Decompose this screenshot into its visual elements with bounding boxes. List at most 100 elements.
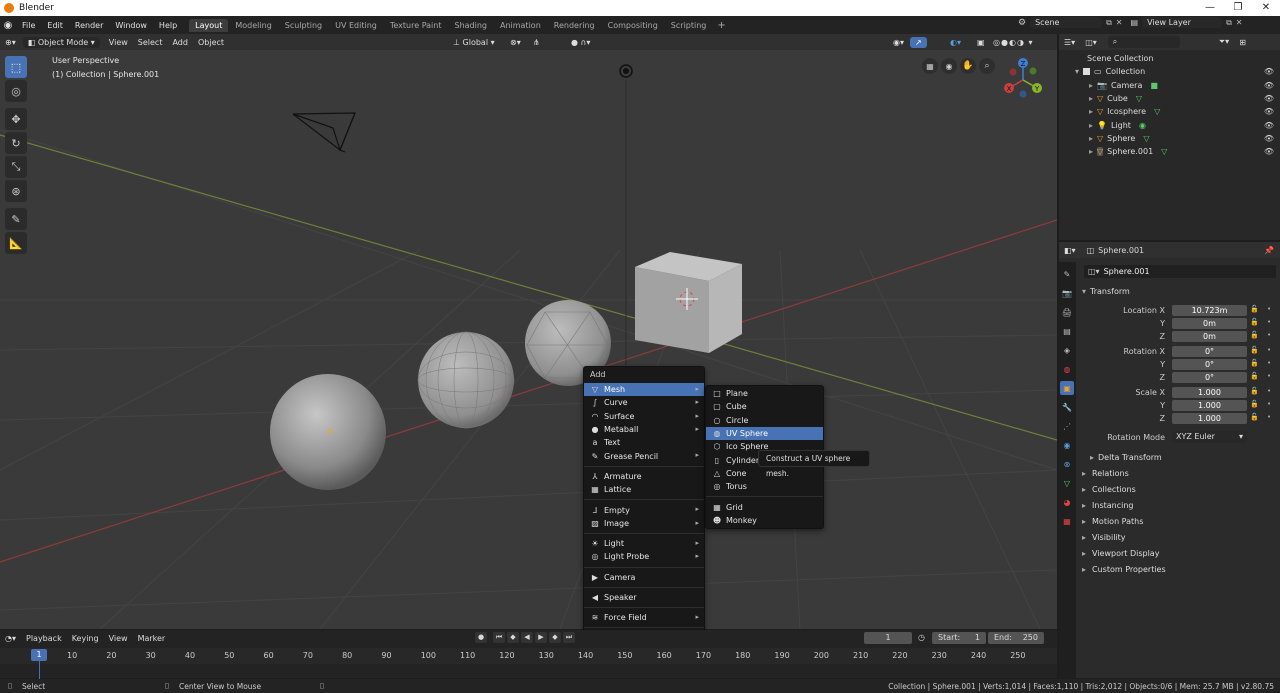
lock-icon[interactable]: 🔓 •	[1250, 387, 1276, 395]
add-menu-item-light[interactable]: ☀ Light ▸	[584, 537, 704, 550]
scale-tool-icon[interactable]: ⤡	[5, 156, 27, 178]
add-menu-item-metaball[interactable]: ● Metaball ▸	[584, 423, 704, 436]
tool-tab-icon[interactable]: ✎	[1060, 267, 1074, 281]
add-menu-item-force-field[interactable]: ≋ Force Field ▸	[584, 611, 704, 624]
lock-icon[interactable]: 🔓 •	[1250, 346, 1276, 354]
transform-tool-icon[interactable]: ⊛	[5, 180, 27, 202]
play-reverse-icon[interactable]: ◀	[521, 632, 533, 643]
location-y-field[interactable]: 0m	[1172, 318, 1247, 329]
start-frame-field[interactable]: Start: 1	[932, 632, 986, 644]
tab-layout[interactable]: Layout	[189, 18, 229, 32]
add-menu-item-empty[interactable]: ⅃ Empty ▸	[584, 503, 704, 516]
uv-sphere-object[interactable]	[417, 331, 515, 429]
shading-modes-icon[interactable]: ◎●◐◑ ▾	[988, 37, 1038, 48]
camera-object[interactable]	[292, 112, 356, 153]
modifier-tab-icon[interactable]: 🔧	[1060, 400, 1074, 414]
next-keyframe-icon[interactable]: ◆	[549, 632, 561, 643]
add-menu-item-surface[interactable]: ◠ Surface ▸	[584, 410, 704, 423]
view-layer-copy-icon[interactable]: ⧉	[1226, 18, 1232, 28]
tab-shading[interactable]: Shading	[448, 19, 493, 32]
timeline-menu-view[interactable]: View	[104, 633, 133, 644]
panel-relations[interactable]: ▸ Relations	[1082, 465, 1276, 481]
camera-view-icon[interactable]: ◉	[941, 58, 957, 74]
scene-icon[interactable]: ⚙	[1018, 18, 1026, 28]
eye-icon[interactable]: 👁	[1264, 147, 1274, 156]
panel-collections[interactable]: ▸ Collections	[1082, 481, 1276, 497]
axis-gizmo[interactable]: Z Y X	[999, 56, 1047, 100]
view-layer-tab-icon[interactable]: ▤	[1060, 324, 1074, 338]
menu-help[interactable]: Help	[153, 21, 183, 30]
object-data-icon[interactable]: ▽	[1136, 94, 1142, 103]
timeline-menu-playback[interactable]: Playback	[21, 633, 67, 644]
checkbox-icon[interactable]	[1083, 68, 1090, 76]
menu-edit[interactable]: Edit	[41, 21, 69, 30]
record-icon[interactable]: ●	[475, 632, 487, 643]
lock-icon[interactable]: 🔓 •	[1250, 400, 1276, 408]
object-tab-icon[interactable]: ▣	[1060, 381, 1074, 395]
rotate-tool-icon[interactable]: ↻	[5, 132, 27, 154]
light-object[interactable]	[619, 64, 633, 78]
cube-object[interactable]	[635, 252, 742, 353]
editor-type-icon[interactable]: ⊕▾	[0, 37, 21, 48]
scene-field[interactable]: Scene	[1030, 17, 1103, 28]
visibility-icon[interactable]: ◉▾	[888, 37, 909, 48]
3d-viewport[interactable]: User Perspective (1) Collection | Sphere…	[0, 50, 1057, 629]
object-type-icon[interactable]: ◫▾	[1088, 267, 1100, 276]
mesh-menu-item-cube[interactable]: ▢ Cube	[706, 400, 823, 413]
pivot-icon[interactable]: ⊗▾	[505, 37, 526, 48]
viewport-menu-add[interactable]: Add	[167, 37, 193, 48]
add-menu-item-image[interactable]: ▨ Image ▸	[584, 517, 704, 530]
add-menu-item-speaker[interactable]: ◀ Speaker	[584, 591, 704, 604]
mesh-menu-item-plane[interactable]: □ Plane	[706, 387, 823, 400]
add-menu-item-curve[interactable]: ∫ Curve ▸	[584, 396, 704, 409]
clock-icon[interactable]: ◷	[918, 633, 925, 642]
expand-icon[interactable]: ▸	[1089, 121, 1097, 130]
tab-animation[interactable]: Animation	[494, 19, 547, 32]
object-data-icon[interactable]: ▽	[1154, 107, 1160, 116]
tab-compositing[interactable]: Compositing	[602, 19, 664, 32]
snap-icon[interactable]: ⋔	[528, 37, 545, 48]
lock-icon[interactable]: 🔓 •	[1250, 305, 1276, 313]
object-data-icon[interactable]: ■	[1150, 81, 1158, 90]
object-data-icon[interactable]: ◉	[1139, 121, 1146, 130]
current-frame-field[interactable]: 1	[864, 632, 912, 644]
tab-scripting[interactable]: Scripting	[665, 19, 713, 32]
outliner-collection[interactable]: ▾ ▭ Collection 👁	[1059, 65, 1280, 78]
add-menu-item-camera[interactable]: ▶ Camera	[584, 571, 704, 584]
expand-icon[interactable]: ▸	[1089, 94, 1097, 103]
view-layer-close-icon[interactable]: ✕	[1236, 18, 1243, 27]
outliner-item-icosphere[interactable]: ▸ ▽ Icosphere ▽ 👁	[1059, 105, 1280, 118]
particles-tab-icon[interactable]: ⋰	[1060, 419, 1074, 433]
mode-select[interactable]: ◧ Object Mode ▾	[22, 36, 100, 48]
add-workspace-icon[interactable]: +	[717, 20, 725, 31]
expand-icon[interactable]: ▾	[1075, 67, 1083, 76]
timeline-ruler[interactable]: 1 10 20 30 40 50 60 70 80 90 100 110 120 130 140 150 16…	[0, 648, 1057, 691]
mesh-menu-item-grid[interactable]: ▦ Grid	[706, 500, 823, 513]
cursor-tool-icon[interactable]: ◎	[5, 80, 27, 102]
mesh-menu-item-uv-sphere[interactable]: ◍ UV Sphere	[706, 426, 823, 441]
texture-tab-icon[interactable]: ▦	[1060, 514, 1074, 528]
panel-viewport-display[interactable]: ▸ Viewport Display	[1082, 545, 1276, 561]
scale-x-field[interactable]: 1.000	[1172, 387, 1247, 398]
pan-hand-icon[interactable]: ✋	[960, 58, 976, 74]
selected-sphere-object[interactable]	[270, 374, 386, 490]
xray-icon[interactable]: ▣	[972, 37, 990, 48]
timeline-menu-keying[interactable]: Keying	[67, 633, 104, 644]
orientation-select[interactable]: ⊥ Global ▾	[448, 37, 500, 48]
minimize-icon[interactable]: —	[1196, 0, 1224, 16]
jump-start-icon[interactable]: ⏮	[493, 632, 505, 643]
timeline-menu-marker[interactable]: Marker	[133, 633, 171, 644]
annotate-tool-icon[interactable]: ✎	[5, 208, 27, 230]
tab-sculpting[interactable]: Sculpting	[279, 19, 328, 32]
eye-icon[interactable]: 👁	[1264, 121, 1274, 130]
expand-icon[interactable]: ▸	[1089, 81, 1097, 90]
maximize-icon[interactable]: ❐	[1224, 0, 1252, 16]
outliner-item-sphere[interactable]: ▸ ▽ Sphere ▽ 👁	[1059, 132, 1280, 145]
outliner-item-sphere-001[interactable]: ▸ ▽ Sphere.001 ▽ 👁	[1059, 145, 1280, 158]
tab-texture-paint[interactable]: Texture Paint	[384, 19, 448, 32]
transform-panel-header[interactable]: ▾ Transform	[1082, 283, 1276, 299]
grid-view-icon[interactable]: ▦	[922, 58, 938, 74]
zoom-icon[interactable]: ⌕	[979, 58, 995, 74]
add-menu-item-mesh[interactable]: ▽ Mesh ▸	[584, 383, 704, 397]
add-menu-item-text[interactable]: a Text	[584, 436, 704, 449]
